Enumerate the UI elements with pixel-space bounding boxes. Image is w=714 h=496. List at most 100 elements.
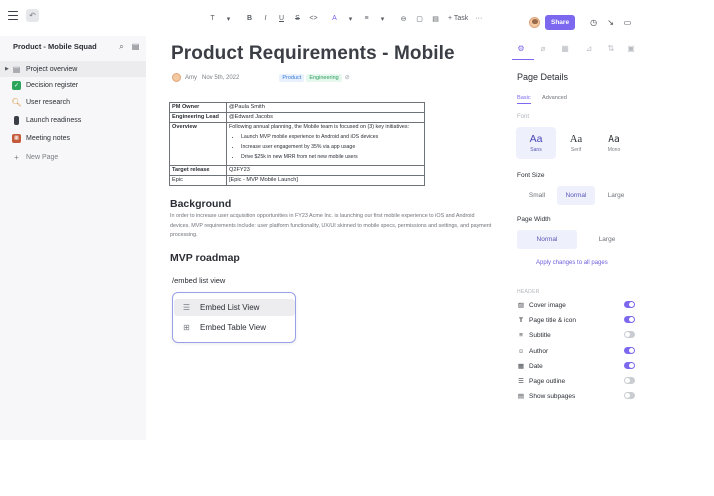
image-tab-icon[interactable]: ▣: [622, 39, 640, 57]
chevron-down-icon[interactable]: ▾: [377, 13, 388, 24]
tag-engineering[interactable]: Engineering: [306, 73, 342, 82]
author-toggle[interactable]: [624, 347, 635, 354]
comment-icon[interactable]: ▢: [414, 13, 425, 24]
toggle-label: Page outline: [529, 377, 566, 385]
sidebar-item-launch-readiness[interactable]: Launch readiness: [0, 112, 146, 128]
subtitle-toggle[interactable]: [624, 331, 635, 338]
page-width-normal[interactable]: Normal: [517, 230, 577, 249]
table-cell-key[interactable]: PM Owner: [169, 102, 227, 113]
panel-title: Page Details: [517, 72, 569, 82]
share-button[interactable]: Share: [545, 15, 576, 30]
author-icon: ☺: [517, 347, 525, 355]
table-cell-key[interactable]: Overview: [169, 122, 227, 166]
settings-gear-icon[interactable]: ⚙: [512, 39, 534, 60]
bold-button[interactable]: B: [244, 13, 255, 24]
toggle-row-page-outline: ☰ Page outline: [517, 375, 635, 387]
tab-advanced[interactable]: Advanced: [542, 95, 567, 101]
table-cell-value[interactable]: @Edward Jacobs: [226, 112, 425, 123]
panel-toggle-icon[interactable]: ▭: [622, 17, 633, 28]
cover-image-toggle[interactable]: [624, 301, 635, 308]
relations-icon[interactable]: ⊿: [580, 39, 598, 57]
toggle-row-date: ▦ Date: [517, 360, 635, 372]
font-size-small[interactable]: Small: [518, 186, 556, 205]
font-glyph: Aa: [608, 133, 620, 145]
page-title[interactable]: Product Requirements - Mobile: [171, 43, 455, 65]
avatar[interactable]: [529, 17, 540, 28]
chevron-down-icon[interactable]: ▾: [345, 13, 356, 24]
search-icon[interactable]: ⌕: [117, 42, 126, 51]
author-name: Amy: [185, 74, 197, 81]
code-button[interactable]: <>: [308, 13, 319, 24]
table-cell-value[interactable]: [Epic - MVP Mobile Launch]: [226, 175, 425, 186]
traffic-light-icon: [14, 115, 19, 125]
menu-icon[interactable]: [8, 11, 18, 20]
sidebar-item-project-overview[interactable]: ▶ ▤ Project overview: [0, 61, 146, 77]
sidebar-layout-icon[interactable]: ▤: [131, 42, 140, 51]
font-option-serif[interactable]: Aa Serif: [556, 127, 596, 159]
clock-icon[interactable]: ◷: [588, 17, 599, 28]
sidebar-title: Product - Mobile Squad: [13, 42, 97, 51]
page-meta: Amy Nov 5th, 2022 Product Engineering ⊘: [172, 73, 350, 82]
chevron-down-icon[interactable]: ▾: [223, 13, 234, 24]
text-color-button[interactable]: A: [329, 13, 340, 24]
apply-all-pages-link[interactable]: Apply changes to all pages: [536, 260, 608, 266]
link-icon[interactable]: ⊖: [398, 13, 409, 24]
align-button[interactable]: ≡: [361, 13, 372, 24]
font-size-large[interactable]: Large: [597, 186, 635, 205]
background-paragraph[interactable]: In order to increase user acquisition op…: [170, 212, 492, 241]
show-subpages-toggle[interactable]: [624, 392, 635, 399]
sidebar-item-user-research[interactable]: 🔍︎ User research: [0, 94, 146, 110]
sort-icon[interactable]: ⇅: [602, 39, 620, 57]
calendar-icon: ▦: [12, 133, 21, 143]
doc-icon[interactable]: ▤: [430, 13, 441, 24]
sidebar-item-decision-register[interactable]: ✓ Decision register: [0, 77, 146, 93]
background-heading[interactable]: Background: [170, 198, 231, 210]
layout-icon[interactable]: ▦: [556, 39, 574, 57]
tag-product[interactable]: Product: [279, 73, 305, 82]
collapse-icon[interactable]: ↘: [605, 17, 616, 28]
table-cell-key[interactable]: Engineering Lead: [169, 112, 227, 123]
table-cell-value[interactable]: @Paula Smith: [226, 102, 425, 113]
slash-command-input[interactable]: /embed list view: [172, 276, 225, 285]
font-option-sans[interactable]: Aa Sans: [516, 127, 556, 159]
page-width-large[interactable]: Large: [578, 230, 636, 249]
strikethrough-button[interactable]: S: [292, 13, 303, 24]
text-style-button[interactable]: T: [207, 13, 218, 24]
underline-button[interactable]: U: [276, 13, 287, 24]
table-cell-value[interactable]: Following annual planning, the Mobile te…: [226, 122, 425, 166]
table-cell-value[interactable]: Q2FY23: [226, 165, 425, 176]
table-cell-key[interactable]: Epic: [169, 175, 227, 186]
tab-basic[interactable]: Basic: [517, 95, 531, 101]
page-outline-toggle[interactable]: [624, 377, 635, 384]
date-toggle[interactable]: [624, 362, 635, 369]
list-item: Drive $25k in new MRR from net new mobil…: [241, 154, 422, 160]
add-task-button[interactable]: + Task: [448, 13, 468, 24]
new-page-button[interactable]: + New Page: [0, 149, 146, 165]
table-view-icon: ⊞: [183, 323, 190, 332]
overview-list: Launch MVP mobile experience to Android …: [229, 134, 422, 160]
embed-list-view-option[interactable]: ☰ Embed List View: [174, 299, 295, 316]
embed-table-view-option[interactable]: ⊞ Embed Table View: [174, 319, 295, 336]
slash-command-menu: ☰ Embed List View ⊞ Embed Table View: [172, 292, 296, 343]
more-icon[interactable]: ···: [473, 13, 484, 24]
attachment-icon[interactable]: ⌀: [534, 39, 552, 57]
page-width-label: Page Width: [517, 216, 551, 223]
sidebar-item-label: User research: [26, 98, 70, 106]
image-icon: ▨: [517, 302, 525, 309]
table-row: Overview Following annual planning, the …: [169, 122, 425, 166]
back-icon[interactable]: ↶: [26, 9, 39, 22]
font-size-normal[interactable]: Normal: [557, 186, 595, 205]
sidebar-item-meeting-notes[interactable]: ▦ Meeting notes: [0, 130, 146, 146]
caret-right-icon[interactable]: ▶: [5, 66, 9, 72]
font-option-mono[interactable]: Aa Mono: [594, 127, 634, 159]
roadmap-heading[interactable]: MVP roadmap: [170, 252, 240, 264]
toggle-label: Cover image: [529, 301, 566, 309]
list-view-icon: ☰: [182, 303, 191, 312]
page-title-toggle[interactable]: [624, 316, 635, 323]
font-name: Serif: [570, 146, 582, 153]
tag-add-icon[interactable]: ⊘: [345, 74, 350, 81]
overview-lead: Following annual planning, the Mobile te…: [229, 124, 410, 130]
italic-button[interactable]: I: [260, 13, 271, 24]
table-cell-key[interactable]: Target release: [169, 165, 227, 176]
check-box-icon: ✓: [12, 80, 21, 90]
